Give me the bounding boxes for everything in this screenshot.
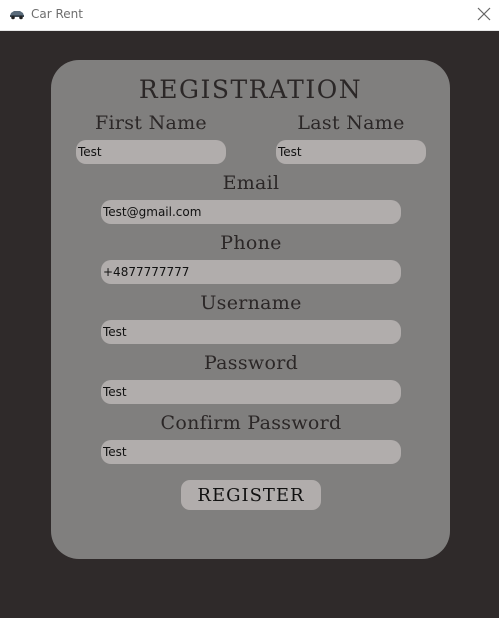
registration-panel: REGISTRATION First Name Last Name Email …	[51, 60, 450, 559]
close-icon[interactable]	[476, 6, 492, 22]
register-button[interactable]: REGISTER	[181, 480, 321, 510]
car-icon	[10, 11, 24, 20]
username-field[interactable]	[101, 320, 401, 344]
first-name-label: First Name	[95, 112, 207, 134]
phone-label: Phone	[220, 232, 282, 254]
email-label: Email	[222, 172, 280, 194]
phone-field[interactable]	[101, 260, 401, 284]
password-label: Password	[203, 352, 299, 374]
window-title: Car Rent	[31, 7, 83, 21]
confirm-password-field[interactable]	[101, 440, 401, 464]
password-field[interactable]	[101, 380, 401, 404]
username-label: Username	[200, 292, 302, 314]
confirm-password-label: Confirm Password	[160, 412, 342, 434]
first-name-field[interactable]	[76, 140, 226, 164]
last-name-label: Last Name	[297, 112, 405, 134]
email-field[interactable]	[101, 200, 401, 224]
last-name-field[interactable]	[276, 140, 426, 164]
title-bar: Car Rent	[0, 0, 499, 31]
page-title: REGISTRATION	[138, 75, 363, 104]
